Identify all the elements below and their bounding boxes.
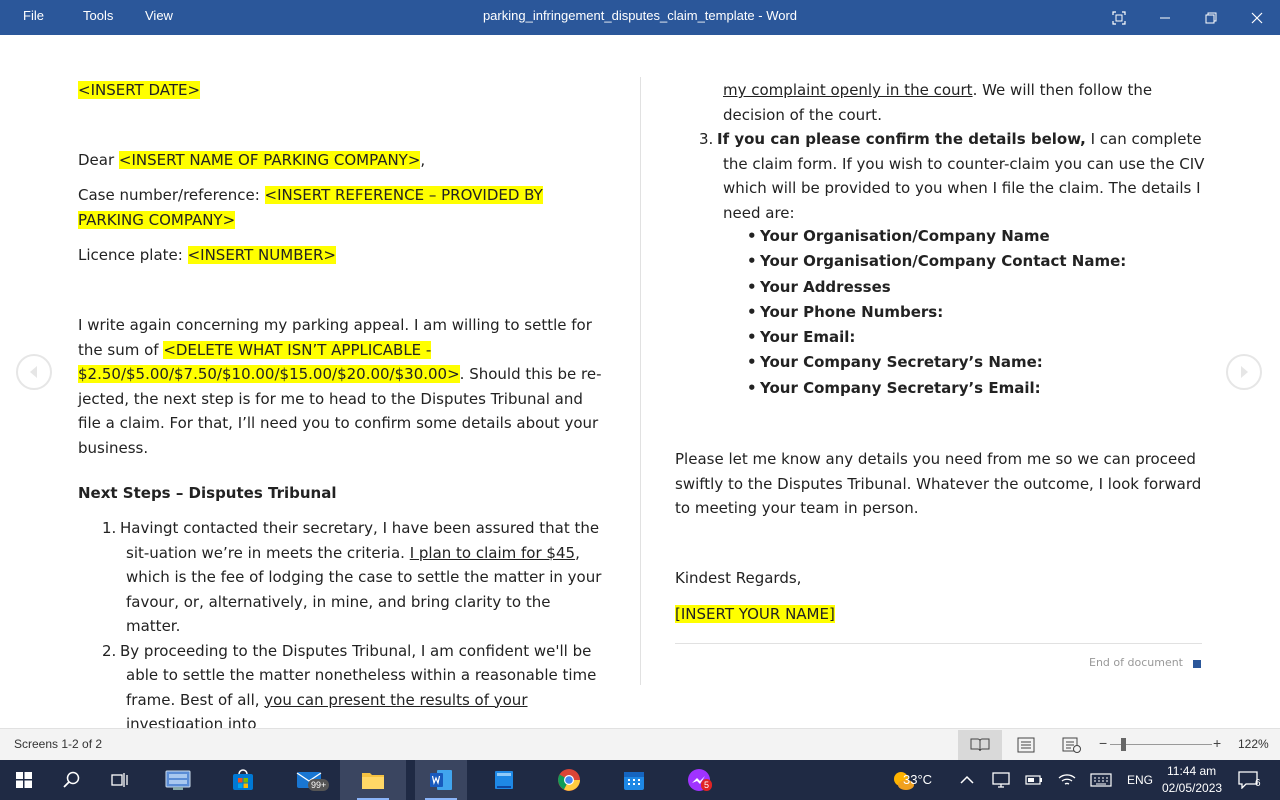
your-name-placeholder[interactable]: [INSERT YOUR NAME] [675, 605, 835, 623]
steps-list-continued: 3. If you can please confirm the details … [675, 127, 1205, 225]
list-item: Your Phone Numbers: [747, 300, 1187, 326]
taskbar-app-calendar[interactable] [610, 760, 658, 800]
step-item-3: 3. If you can please confirm the details … [699, 130, 1205, 222]
list-item: Your Addresses [747, 275, 1187, 301]
calendar-icon [624, 772, 644, 790]
end-divider [675, 643, 1202, 644]
taskbar: 99+ 5 33°C ENG 11:44 am 02/05/2023 6 [0, 760, 1280, 800]
weather-temperature: 33°C [903, 772, 933, 787]
details-list: Your Organisation/Company Name Your Orga… [747, 224, 1187, 401]
window-title: parking_infringement_disputes_claim_temp… [482, 8, 798, 23]
previous-screen-button[interactable] [16, 354, 52, 390]
chrome-icon [558, 769, 580, 791]
control-panel-icon [165, 770, 191, 790]
search-button[interactable] [48, 760, 96, 800]
taskbar-app-chrome[interactable] [545, 760, 593, 800]
closing-paragraph: Please let me know any details you need … [675, 450, 1202, 517]
clock-date[interactable]: 02/05/2023 [1162, 781, 1222, 795]
print-layout-button[interactable] [1004, 730, 1048, 760]
taskbar-app-blue[interactable] [480, 760, 528, 800]
column-divider [640, 77, 641, 685]
zoom-slider-thumb[interactable] [1121, 738, 1127, 751]
date-placeholder[interactable]: <INSERT DATE> [78, 81, 201, 99]
read-mode-button[interactable] [958, 730, 1002, 760]
status-bar: Screens 1-2 of 2 − + 122% [0, 728, 1280, 760]
windows-icon [16, 772, 32, 788]
step-item-1: 1. Havingt contacted their secretary, I h… [102, 519, 602, 635]
sign-off: Kindest Regards, [675, 569, 802, 587]
store-bag-icon [233, 769, 253, 790]
folder-icon [362, 773, 384, 789]
menu-tools[interactable]: Tools [83, 0, 113, 35]
taskbar-app-messenger[interactable]: 5 [675, 760, 723, 800]
next-screen-button[interactable] [1226, 354, 1262, 390]
taskbar-app-file-explorer[interactable] [340, 760, 406, 800]
section-heading: Next Steps – Disputes Tribunal [78, 484, 337, 502]
wifi-icon [1058, 774, 1076, 785]
language-indicator[interactable]: ENG [1127, 773, 1153, 787]
list-item: Your Company Secretary’s Email: [747, 376, 1187, 402]
chevron-up-icon [960, 775, 974, 784]
app-window-icon [495, 771, 513, 789]
web-layout-icon [1062, 737, 1081, 753]
taskbar-app-mail[interactable]: 99+ [286, 760, 334, 800]
list-item: Your Email: [747, 325, 1187, 351]
intro-paragraph: I write again concerning my parking appe… [78, 316, 602, 457]
step-item-2: 2. By proceeding to the Disputes Tribunal… [102, 641, 597, 734]
list-item: Your Company Secretary’s Name: [747, 350, 1187, 376]
end-marker [1193, 660, 1201, 668]
title-bar: File Tools View parking_infringement_dis… [0, 0, 1280, 35]
task-view-button[interactable] [96, 760, 144, 800]
chevron-right-icon [1241, 366, 1248, 378]
plate-placeholder[interactable]: <INSERT NUMBER> [187, 246, 336, 264]
start-button[interactable] [0, 760, 48, 800]
focus-mode-button[interactable] [1096, 0, 1142, 35]
restore-button[interactable] [1188, 0, 1234, 35]
close-icon [1251, 12, 1263, 23]
restore-icon [1205, 12, 1217, 23]
menu-view[interactable]: View [145, 0, 173, 35]
salutation: Dear <INSERT NAME OF PARKING COMPANY>, [78, 151, 426, 169]
mail-badge: 99+ [308, 779, 330, 791]
zoom-out-button[interactable]: − [1099, 735, 1107, 751]
fullscreen-icon [1112, 10, 1126, 25]
display-settings-icon [992, 772, 1010, 788]
menu-file[interactable]: File [23, 0, 44, 35]
company-name-placeholder[interactable]: <INSERT NAME OF PARKING COMPANY> [118, 151, 421, 169]
notifications-button[interactable]: 6 [1226, 760, 1270, 800]
list-item: Your Organisation/Company Name [747, 224, 1187, 250]
zoom-in-button[interactable]: + [1213, 735, 1221, 751]
taskbar-app-word[interactable] [415, 760, 467, 800]
tray-keyboard-button[interactable] [1080, 760, 1122, 800]
licence-plate: Licence plate: <INSERT NUMBER> [78, 246, 336, 264]
weather-widget[interactable]: 33°C [863, 760, 943, 800]
steps-list: 1. Havingt contacted their secretary, I h… [78, 516, 608, 737]
zoom-level[interactable]: 122% [1238, 737, 1269, 751]
messenger-badge: 5 [701, 779, 713, 791]
minimize-icon [1160, 17, 1170, 18]
word-icon [430, 770, 452, 790]
battery-icon [1025, 775, 1042, 785]
page-icon [1017, 737, 1035, 753]
chevron-left-icon [30, 366, 37, 378]
clock-time[interactable]: 11:44 am [1167, 764, 1216, 778]
minimize-button[interactable] [1142, 0, 1188, 35]
book-icon [970, 738, 990, 752]
taskbar-app-store[interactable] [219, 760, 267, 800]
list-item: Your Organisation/Company Contact Name: [747, 249, 1187, 275]
notification-count: 6 [1255, 778, 1261, 789]
search-icon [63, 771, 80, 788]
step-item-2-continued: my complaint openly in the court. We wil… [723, 81, 1153, 124]
keyboard-icon [1090, 773, 1112, 787]
taskbar-app-control-panel[interactable] [154, 760, 202, 800]
task-view-icon [111, 773, 128, 787]
close-button[interactable] [1234, 0, 1280, 35]
end-of-document-label: End of document [1089, 656, 1183, 669]
web-layout-button[interactable] [1050, 730, 1094, 760]
case-reference: Case number/reference: <INSERT REFERENCE… [78, 186, 543, 229]
document-area: <INSERT DATE> Dear <INSERT NAME OF PARKI… [0, 35, 1280, 733]
screen-counter: Screens 1-2 of 2 [14, 737, 103, 751]
